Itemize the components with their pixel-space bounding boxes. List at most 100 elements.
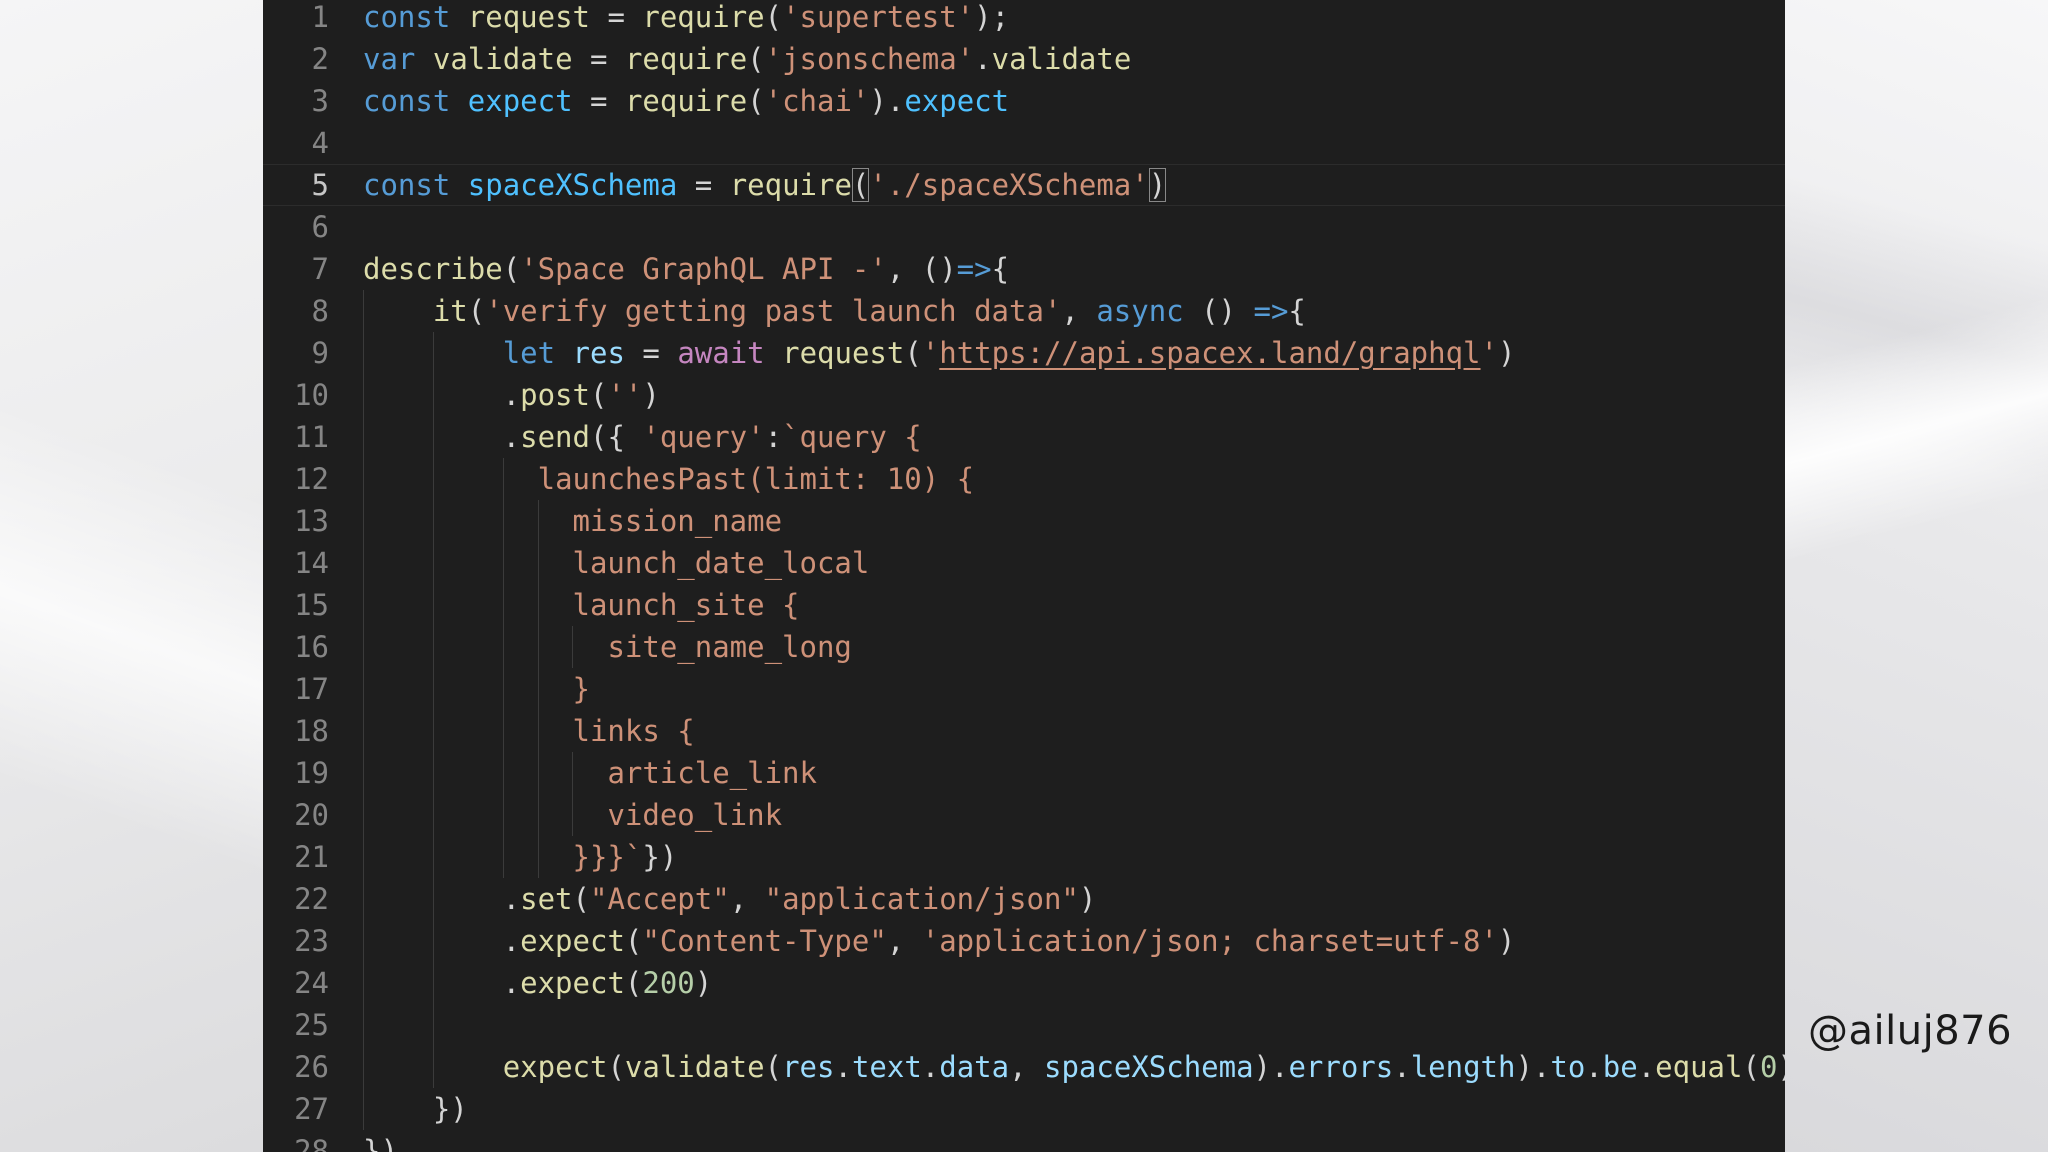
code-token: mission_name [572, 504, 783, 538]
code-line[interactable]: 20 video_link [263, 794, 1785, 836]
code-line[interactable]: 8 it('verify getting past launch data', … [263, 290, 1785, 332]
code-token: "Accept" [590, 882, 730, 916]
code-text: } [363, 668, 590, 710]
code-line[interactable]: 15 launch_site { [263, 584, 1785, 626]
code-line[interactable]: 28}) [263, 1130, 1785, 1152]
code-token: . [1637, 1050, 1656, 1084]
code-token: '' [607, 378, 643, 412]
code-line[interactable]: 1 const request = require('supertest'); [263, 0, 1785, 38]
code-line[interactable]: 11 .send({ 'query':`query { [263, 416, 1785, 458]
code-token: site_name_long [607, 630, 852, 664]
line-number: 3 [311, 84, 329, 118]
code-line[interactable]: 21 }}}`}) [263, 836, 1785, 878]
code-editor[interactable]: 1 const request = require('supertest'); 2 v… [263, 0, 1785, 1152]
code-token: ). [1515, 1050, 1551, 1084]
code-token: . [363, 420, 521, 454]
background-highlight-left [0, 0, 263, 1152]
code-text: article_link [363, 752, 817, 794]
code-token: ) [1497, 924, 1516, 958]
code-line[interactable]: 18 links { [263, 710, 1785, 752]
code-token: ) [1148, 168, 1167, 202]
code-text: }) [363, 1130, 398, 1152]
code-token: validate [624, 1050, 765, 1084]
code-text: let res = await request('https://api.spa… [363, 332, 1516, 374]
code-token: }}}` [572, 840, 643, 874]
code-text: const request = require('supertest'); [363, 0, 1009, 38]
code-token: ). [869, 84, 905, 118]
code-line[interactable]: 3 const expect = require('chai').expect [263, 80, 1785, 122]
code-token: it [432, 294, 468, 328]
code-line[interactable]: 23 .expect("Content-Type", 'application/… [263, 920, 1785, 962]
line-number: 16 [294, 630, 329, 664]
code-line[interactable]: 12 launchesPast(limit: 10) { [263, 458, 1785, 500]
code-token: expect [904, 84, 1010, 118]
code-line[interactable]: 10 .post('') [263, 374, 1785, 416]
code-line[interactable]: 6 [263, 206, 1785, 248]
line-number: 24 [294, 966, 329, 1000]
code-line[interactable]: 4 [263, 122, 1785, 164]
line-number: 12 [294, 462, 329, 496]
code-text: expect(validate(res.text.data, spaceXSch… [363, 1046, 1785, 1088]
code-line[interactable]: 14 launch_date_local [263, 542, 1785, 584]
code-token: }) [642, 840, 678, 874]
line-number: 2 [311, 42, 329, 76]
code-token: const [363, 168, 451, 202]
line-number: 8 [311, 294, 329, 328]
code-token: 'supertest' [782, 0, 975, 34]
code-line[interactable]: 17 } [263, 668, 1785, 710]
code-line[interactable]: 22 .set("Accept", "application/json") [263, 878, 1785, 920]
code-token: video_link [607, 798, 783, 832]
code-line[interactable]: 27 }) [263, 1088, 1785, 1130]
line-number: 28 [294, 1134, 329, 1152]
line-number: 14 [294, 546, 329, 580]
code-token: expect [502, 1050, 608, 1084]
code-text: launch_date_local [363, 542, 870, 584]
code-line[interactable]: 19 article_link [263, 752, 1785, 794]
code-line[interactable]: 25 [263, 1004, 1785, 1046]
code-token: require [642, 0, 765, 34]
line-number: 5 [311, 168, 329, 202]
code-token: async [1096, 294, 1184, 328]
code-token: , [886, 924, 922, 958]
code-token: 'application/json; charset=utf-8' [921, 924, 1498, 958]
code-text: .set("Accept", "application/json") [363, 878, 1097, 920]
code-line[interactable]: 24 .expect(200) [263, 962, 1785, 1004]
code-token: => [1253, 294, 1289, 328]
code-token: await [677, 336, 765, 370]
line-number: 26 [294, 1050, 329, 1084]
code-token: var [363, 42, 416, 76]
code-token: ( [904, 336, 922, 370]
code-token: ( [747, 42, 765, 76]
code-token: ( [764, 0, 783, 34]
code-line[interactable]: 13 mission_name [263, 500, 1785, 542]
code-token: ) [694, 966, 713, 1000]
code-token: validate [432, 42, 573, 76]
code-line[interactable]: 5 const spaceXSchema = require('./spaceXS… [263, 164, 1785, 206]
code-line[interactable]: 2 var validate = require('jsonschema'.val… [263, 38, 1785, 80]
line-number: 17 [294, 672, 329, 706]
code-token: . [921, 1050, 940, 1084]
code-line[interactable]: 16 site_name_long [263, 626, 1785, 668]
code-text: site_name_long [363, 626, 852, 668]
code-token: length [1410, 1050, 1516, 1084]
code-token: './spaceXSchema' [869, 168, 1149, 202]
code-token: ( [572, 882, 590, 916]
code-text: video_link [363, 794, 782, 836]
code-token: const [363, 84, 451, 118]
code-line[interactable]: 7 describe('Space GraphQL API -', ()=>{ [263, 248, 1785, 290]
code-line[interactable]: 26 expect(validate(res.text.data, spaceX… [263, 1046, 1785, 1088]
code-token: be [1602, 1050, 1638, 1084]
code-text: it('verify getting past launch data', as… [363, 290, 1306, 332]
code-token: res [572, 336, 625, 370]
code-text: var validate = require('jsonschema'.vali… [363, 38, 1131, 80]
code-text: .send({ 'query':`query { [363, 416, 922, 458]
code-token: , [1009, 1050, 1045, 1084]
code-token: expect [520, 966, 625, 1000]
code-line[interactable]: 9 let res = await request('https://api.s… [263, 332, 1785, 374]
code-text: describe('Space GraphQL API -', ()=>{ [363, 248, 1009, 290]
